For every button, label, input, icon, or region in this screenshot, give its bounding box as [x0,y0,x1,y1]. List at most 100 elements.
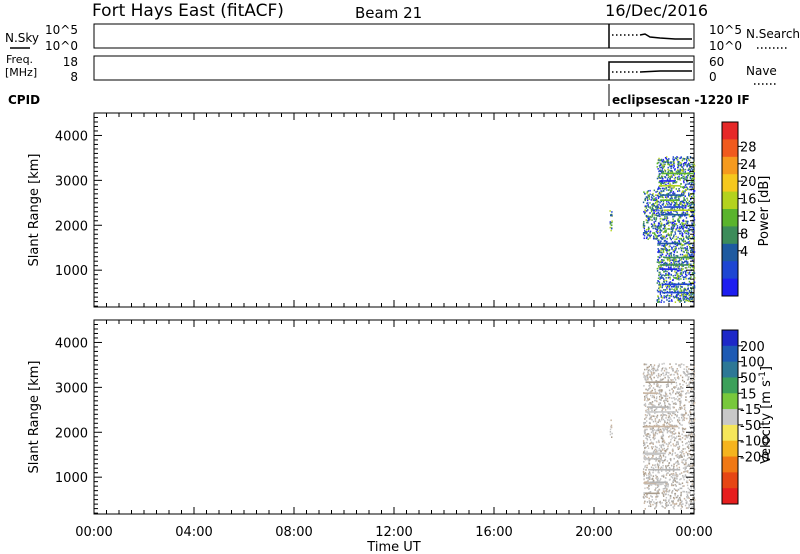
power-point [647,228,650,230]
velocity-point [652,479,655,482]
velocity-point [674,378,677,381]
velocity-point [686,493,688,496]
velocity-point [680,478,682,480]
power-point [649,189,651,192]
power-point [690,276,692,278]
power-point [655,191,657,193]
velocity-point [690,362,692,365]
colorbar-tick-label: 12 [740,210,757,225]
velocity-streak [646,406,670,408]
velocity-point [643,494,645,496]
power-point [661,244,663,247]
power-point [687,203,689,205]
velocity-point [685,399,688,402]
power-point [680,249,683,252]
velocity-point [660,373,662,376]
power-point [659,256,661,259]
power-point [693,203,695,206]
velocity-point [656,414,659,417]
power-point [672,191,675,193]
velocity-point [664,507,666,509]
power-point [644,193,646,195]
power-point [678,247,680,250]
velocity-point [680,452,683,454]
noise-sky-trace [639,33,692,40]
power-point [687,220,689,223]
velocity-point [668,403,671,406]
velocity-point [684,468,686,470]
power-point [688,266,690,268]
velocity-point [664,502,667,505]
colorbar-swatch [722,261,738,280]
power-point [670,167,672,170]
velocity-point [658,363,661,366]
power-point [680,243,683,246]
velocity-streak [644,453,661,456]
velocity-point [656,446,658,449]
velocity-point [644,432,646,435]
power-point [659,215,661,218]
velocity-point [660,470,663,472]
velocity-point [664,409,667,411]
power-point [659,285,662,287]
velocity-point [665,399,668,402]
velocity-point [679,501,682,504]
power-point [686,178,688,180]
velocity-point [689,500,691,502]
velocity-point [657,439,660,442]
velocity-point [647,472,650,475]
power-point [673,164,675,167]
power-point [651,215,653,218]
power-point [658,157,660,160]
colorbar-swatch [722,330,738,347]
velocity-point [658,402,660,404]
power-point [683,196,685,199]
power-point [684,203,686,206]
power-point [655,194,657,196]
power-point [681,159,684,162]
power-point [655,218,657,221]
velocity-point [687,454,689,457]
power-point [679,269,681,272]
power-point [662,171,664,173]
power-point [655,217,657,219]
velocity-point [648,373,650,376]
power-point [674,233,677,235]
velocity-point [668,451,671,454]
power-point [678,204,680,206]
velocity-point [674,462,677,464]
beam-label: Beam 21 [355,4,422,22]
power-point [674,270,676,273]
velocity-point [676,453,679,456]
power-point [688,300,690,302]
power-point [659,166,661,169]
velocity-point [649,490,652,493]
power-point [667,163,669,165]
velocity-point [658,419,661,421]
velocity-point [662,464,664,467]
velocity-point [690,389,692,392]
power-point [669,203,671,206]
power-point [646,192,648,195]
velocity-point [678,457,680,460]
velocity-point [646,414,648,417]
velocity-point [654,390,657,393]
power-point [663,169,666,171]
power-point [660,295,662,297]
velocity-point [683,364,685,366]
power-point [646,231,648,233]
power-point [670,253,672,255]
velocity-point [688,463,690,466]
power-point [689,204,692,207]
power-point [648,234,651,237]
power-point [660,301,662,303]
power-point [645,232,647,235]
velocity-point [667,472,669,474]
velocity-point [682,476,685,479]
power-point [691,244,694,247]
nsearch-label: N.Search [746,27,800,41]
nsearch-tick-low: 10^0 [709,39,742,53]
power-point [661,187,664,190]
power-point [682,163,685,165]
power-point [677,266,679,268]
